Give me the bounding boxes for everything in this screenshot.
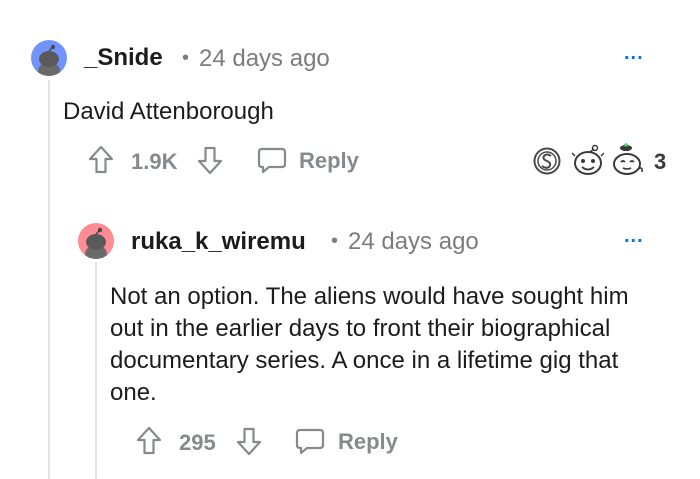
- more-options-icon[interactable]: ...: [624, 42, 644, 65]
- awards-count: 3: [654, 149, 667, 174]
- speech-bubble-icon[interactable]: [257, 146, 287, 174]
- helpful-award-icon[interactable]: [610, 142, 646, 178]
- more-options-icon[interactable]: ...: [624, 225, 644, 248]
- upvote-arrow-icon[interactable]: [136, 426, 162, 456]
- upvote-arrow-icon[interactable]: [88, 145, 114, 175]
- snoo-avatar-icon: [38, 44, 60, 76]
- wholesome-award-icon[interactable]: [570, 142, 606, 178]
- separator-dot: •: [182, 47, 190, 69]
- comment-body: Not an option. The aliens would have sou…: [110, 283, 629, 406]
- downvote-arrow-icon[interactable]: [236, 426, 262, 456]
- speech-bubble-icon[interactable]: [295, 427, 325, 455]
- reply-button[interactable]: Reply: [338, 429, 398, 455]
- reply-button[interactable]: Reply: [299, 148, 359, 174]
- avatar[interactable]: [78, 223, 114, 259]
- timestamp[interactable]: 24 days ago: [199, 45, 330, 73]
- avatar[interactable]: [31, 40, 67, 76]
- username[interactable]: ruka_k_wiremu: [131, 228, 306, 256]
- thread-line-reply[interactable]: [95, 262, 97, 479]
- comment-body: David Attenborough: [63, 98, 274, 125]
- separator-dot: •: [331, 230, 339, 252]
- silver-award-icon[interactable]: [532, 146, 562, 176]
- downvote-arrow-icon[interactable]: [197, 145, 223, 175]
- username[interactable]: _Snide: [84, 44, 163, 72]
- timestamp[interactable]: 24 days ago: [348, 228, 479, 256]
- snoo-avatar-icon: [85, 227, 107, 259]
- thread-line-root[interactable]: [48, 80, 50, 479]
- vote-count: 1.9K: [131, 149, 178, 174]
- vote-count: 295: [179, 430, 216, 455]
